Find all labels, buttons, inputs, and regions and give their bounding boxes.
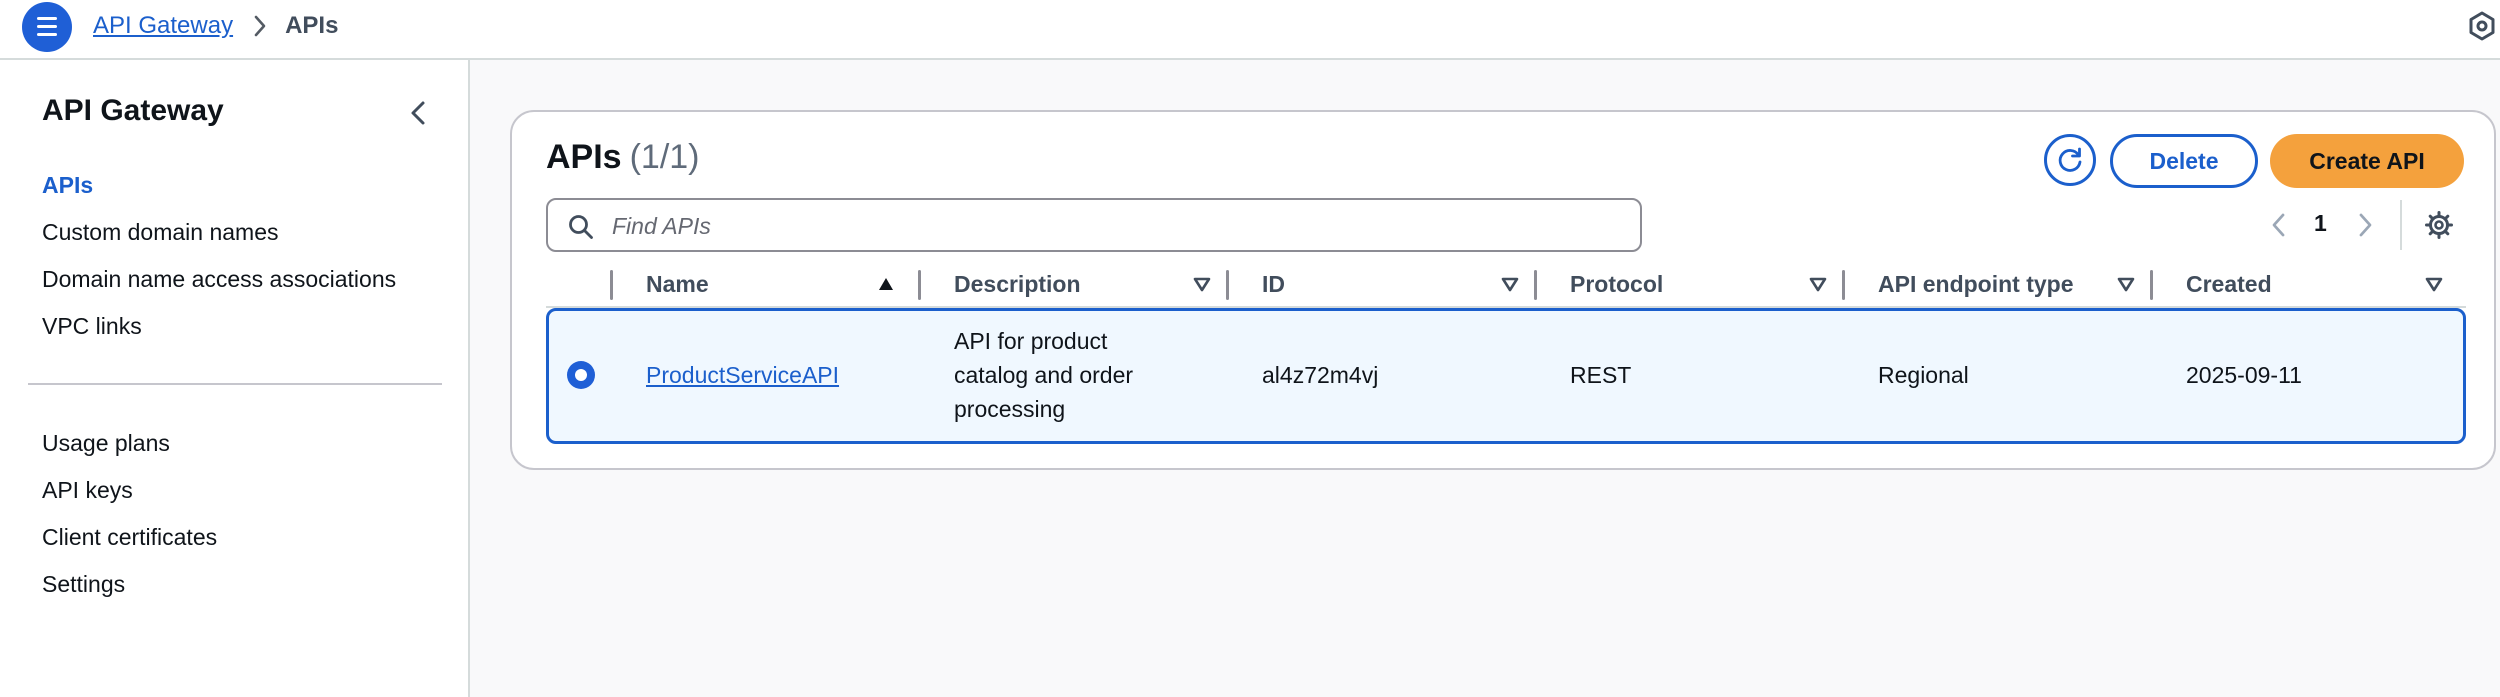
sidebar-item-apis[interactable]: APIs xyxy=(42,172,93,199)
previous-page-button[interactable] xyxy=(2268,210,2290,240)
side-navigation: API Gateway APIs Custom domain names Dom… xyxy=(0,60,470,697)
sidebar-item-client-certificates[interactable]: Client certificates xyxy=(42,524,217,551)
breadcrumb: API Gateway APIs xyxy=(93,10,338,42)
row-select-radio[interactable] xyxy=(567,361,595,389)
sidebar-item-custom-domain-names[interactable]: Custom domain names xyxy=(42,219,279,246)
sidebar-item-domain-name-access-associations[interactable]: Domain name access associations xyxy=(42,266,396,293)
column-divider xyxy=(610,270,613,300)
top-navigation-bar: API Gateway APIs xyxy=(0,0,2500,60)
column-divider[interactable] xyxy=(1226,270,1229,300)
column-header-api-endpoint-type[interactable]: API endpoint type xyxy=(1878,262,2074,306)
pagination-divider xyxy=(2400,200,2402,250)
api-name-link[interactable]: ProductServiceAPI xyxy=(646,358,839,392)
refresh-icon xyxy=(2058,147,2082,172)
search-input[interactable] xyxy=(610,208,1614,244)
api-description: API for product catalog and order proces… xyxy=(954,328,1134,422)
menu-icon xyxy=(37,17,57,20)
sort-descending-icon[interactable] xyxy=(1192,274,1212,294)
breadcrumb-apis: APIs xyxy=(285,12,339,39)
current-page-number[interactable]: 1 xyxy=(2314,210,2327,237)
api-id: al4z72m4vj xyxy=(1262,362,1379,388)
table-header: Name Description ID Protocol API endpoin… xyxy=(546,262,2466,308)
column-divider[interactable] xyxy=(1842,270,1845,300)
api-created-date: 2025-09-11 xyxy=(2186,362,2302,388)
search-field[interactable] xyxy=(546,198,1642,252)
table-row[interactable]: ProductServiceAPI API for product catalo… xyxy=(546,308,2466,444)
column-header-protocol[interactable]: Protocol xyxy=(1570,262,1663,306)
main-content: APIs(1/1) Delete Create API 1 xyxy=(470,60,2500,697)
refresh-button[interactable] xyxy=(2044,134,2096,186)
page-title: APIs (1/1) xyxy=(546,138,700,176)
sidebar-item-usage-plans[interactable]: Usage plans xyxy=(42,430,170,457)
sidebar-item-vpc-links[interactable]: VPC links xyxy=(42,313,142,340)
breadcrumb-api-gateway[interactable]: API Gateway xyxy=(93,12,233,40)
collapse-sidebar-button[interactable] xyxy=(406,98,430,128)
column-divider[interactable] xyxy=(2150,270,2153,300)
hexagon-icon[interactable] xyxy=(2466,10,2498,42)
search-icon xyxy=(569,215,593,239)
sidebar-item-settings[interactable]: Settings xyxy=(42,571,125,598)
api-protocol: REST xyxy=(1570,362,1632,388)
sort-descending-icon[interactable] xyxy=(1500,274,1520,294)
column-header-name[interactable]: Name xyxy=(646,262,709,306)
sort-ascending-icon[interactable] xyxy=(876,274,896,294)
menu-button[interactable] xyxy=(22,2,72,52)
column-header-id[interactable]: ID xyxy=(1262,262,1285,306)
column-header-created[interactable]: Created xyxy=(2186,262,2272,306)
sidebar-item-api-keys[interactable]: API keys xyxy=(42,477,133,504)
apis-count: (1/1) xyxy=(629,138,700,176)
chevron-right-icon xyxy=(253,15,267,37)
sidebar-divider xyxy=(28,383,442,385)
column-divider[interactable] xyxy=(1534,270,1537,300)
column-header-description[interactable]: Description xyxy=(954,262,1081,306)
api-endpoint-type: Regional xyxy=(1878,362,1969,388)
column-divider[interactable] xyxy=(918,270,921,300)
gear-icon[interactable] xyxy=(2424,210,2454,240)
sort-descending-icon[interactable] xyxy=(1808,274,1828,294)
apis-table-container: APIs(1/1) Delete Create API 1 xyxy=(510,110,2496,470)
next-page-button[interactable] xyxy=(2354,210,2376,240)
sidebar-title: API Gateway xyxy=(42,94,224,127)
sort-descending-icon[interactable] xyxy=(2424,274,2444,294)
sort-descending-icon[interactable] xyxy=(2116,274,2136,294)
delete-button[interactable]: Delete xyxy=(2110,134,2258,188)
create-api-button[interactable]: Create API xyxy=(2270,134,2464,188)
